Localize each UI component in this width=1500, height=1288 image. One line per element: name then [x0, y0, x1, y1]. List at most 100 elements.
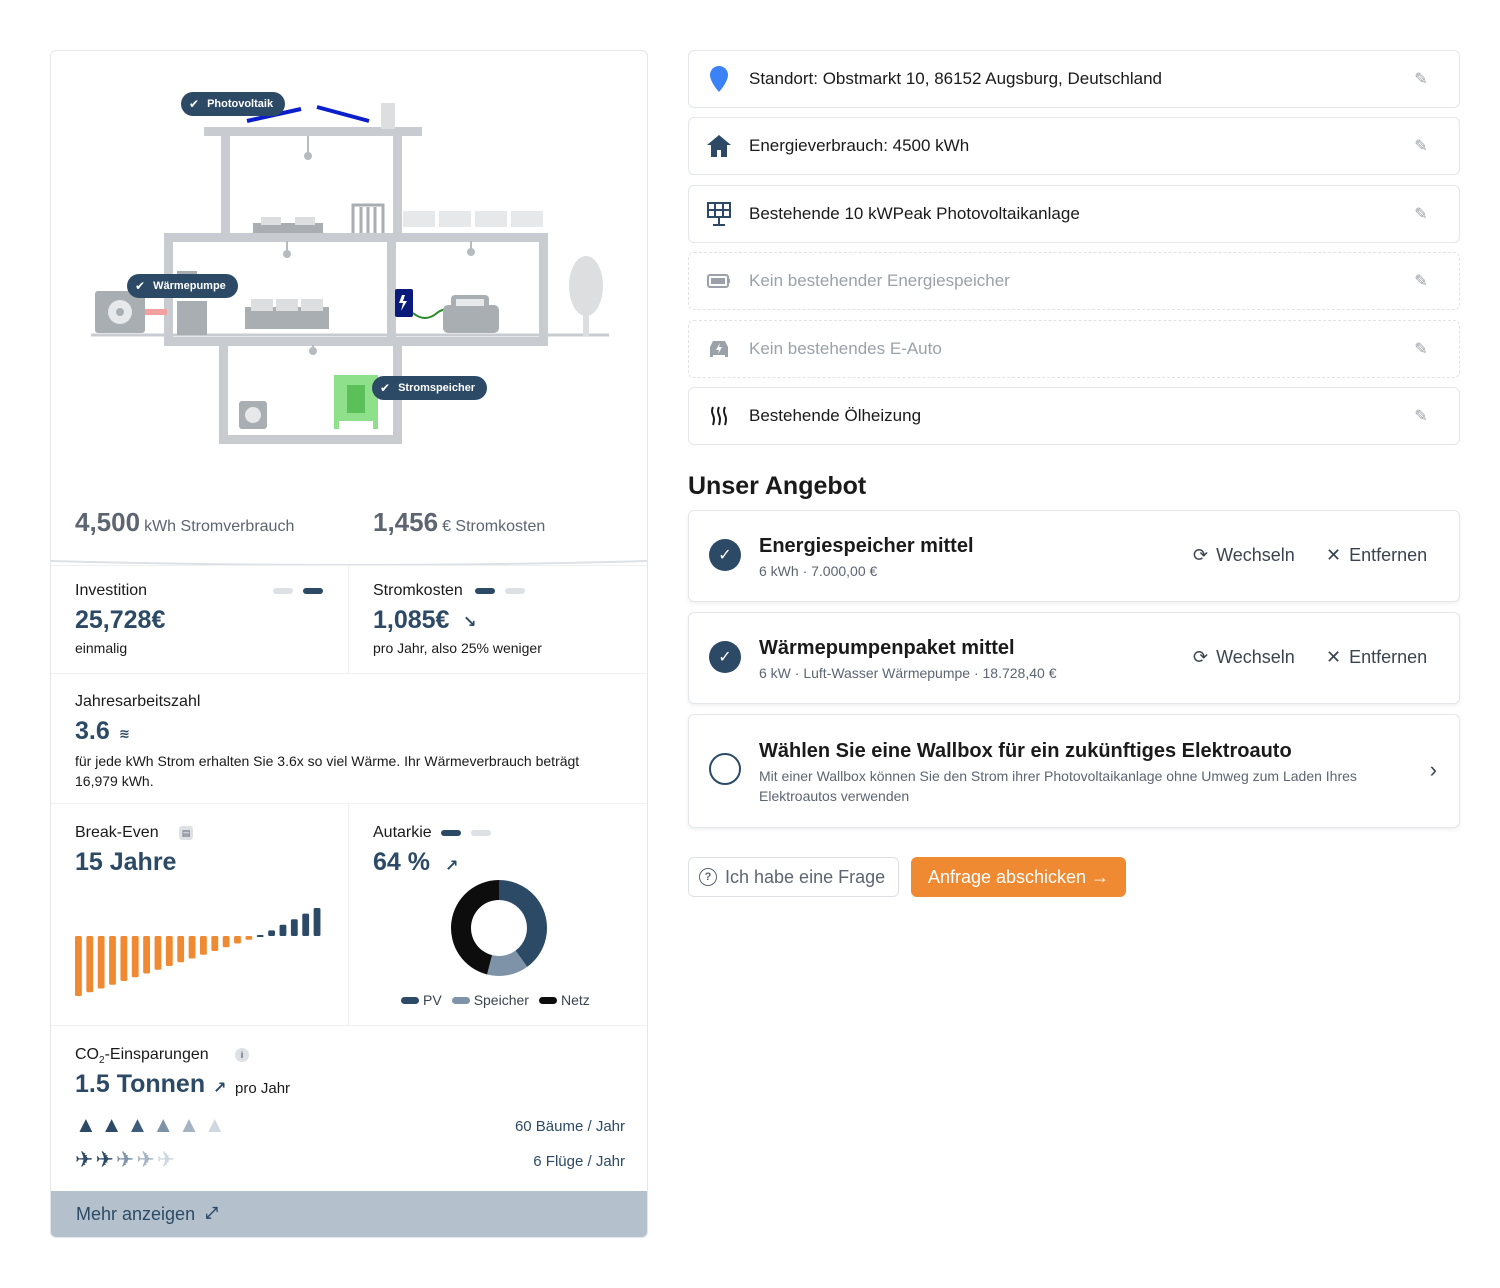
remove-button[interactable]: ✕ Entfernen	[1326, 647, 1427, 668]
photovoltaik-tag-label: Photovoltaik	[207, 98, 274, 110]
autarkie-donut	[450, 880, 547, 976]
toggle-pill-active[interactable]	[441, 830, 461, 836]
toggle-pill-active[interactable]	[303, 588, 323, 594]
stromkosten-cell: Stromkosten 1,085€ ↘ pro Jahr, also 25% …	[349, 566, 647, 673]
ecar-row[interactable]: Kein bestehendes E-Auto ✎	[688, 320, 1460, 378]
edit-icon[interactable]: ✎	[1383, 271, 1459, 291]
remove-label: Entfernen	[1349, 647, 1428, 667]
investition-toggle[interactable]	[273, 588, 323, 594]
remove-button[interactable]: ✕ Entfernen	[1326, 545, 1427, 566]
check-circle-icon[interactable]: ✓	[709, 641, 741, 673]
solar-panel-icon	[689, 201, 749, 227]
info-icon[interactable]: i	[235, 1048, 249, 1062]
consumption-unit: kWh Stromverbrauch	[144, 518, 295, 535]
question-label: Ich habe eine Frage	[725, 866, 886, 887]
offer-desc: 6 kWh · 7.000,00 €	[759, 563, 878, 579]
pv-row[interactable]: Bestehende 10 kWPeak Photovoltaikanlage …	[688, 185, 1460, 243]
toggle-pill[interactable]	[273, 588, 293, 594]
check-circle-icon[interactable]: ✓	[709, 539, 741, 571]
trend-up-icon: ↗	[213, 1080, 227, 1097]
toggle-pill-active[interactable]	[475, 588, 495, 594]
offer-card-storage[interactable]: ✓ Energiespeicher mittel 6 kWh · 7.000,0…	[688, 510, 1460, 602]
cost-row: Investition 25,728€ einmalig Stromkosten…	[51, 565, 647, 673]
house-illustration: ✔ Photovoltaik ✔ Wärmepumpe ✔ Stromspeic…	[51, 51, 647, 566]
tree-icon: ▲	[100, 1112, 123, 1137]
toggle-pill[interactable]	[505, 588, 525, 594]
cost-stat: 1,456 € Stromkosten	[373, 507, 545, 538]
refresh-icon: ⟳	[1193, 647, 1209, 667]
edit-icon[interactable]: ✎	[1383, 136, 1459, 156]
toggle-pill[interactable]	[471, 830, 491, 836]
co2-value: 1.5 Tonnen	[75, 1070, 206, 1098]
offer-title: Energiespeicher mittel	[759, 535, 974, 557]
autarkie-value: 64 %	[373, 848, 430, 876]
tree-icon: ▲	[203, 1112, 226, 1137]
breakeven-bar	[109, 936, 116, 985]
plane-icons: ✈ ✈ ✈ ✈ ✈	[75, 1148, 175, 1172]
offer-title: Wählen Sie eine Wallbox für ein zukünfti…	[759, 740, 1292, 762]
edit-icon[interactable]: ✎	[1383, 339, 1459, 359]
legend-swatch-netz	[538, 996, 557, 1004]
switch-button[interactable]: ⟳ Wechseln	[1193, 647, 1295, 668]
tree-icons: ▲ ▲ ▲ ▲ ▲ ▲	[75, 1114, 226, 1136]
waermepumpe-tag-label: Wärmepumpe	[153, 280, 226, 292]
donut-legend: PV Speicher Netz	[401, 992, 590, 1008]
location-row[interactable]: Standort: Obstmarkt 10, 86152 Augsburg, …	[688, 50, 1460, 108]
autarkie-toggle[interactable]	[441, 830, 491, 836]
heating-text: Bestehende Ölheizung	[749, 406, 922, 425]
breakeven-cell: Break-Even ▤ 15 Jahre	[51, 804, 349, 1025]
chevron-right-icon[interactable]: ›	[1430, 757, 1437, 783]
plane-icon: ✈	[95, 1147, 114, 1172]
send-request-button[interactable]: Anfrage abschicken →	[911, 857, 1126, 897]
stromkosten-sub: pro Jahr, also 25% weniger	[373, 640, 542, 656]
calculator-icon[interactable]: ▤	[179, 826, 193, 840]
consumption-row[interactable]: Energieverbrauch: 4500 kWh ✎	[688, 117, 1460, 175]
close-icon: ✕	[1326, 545, 1342, 565]
switch-button[interactable]: ⟳ Wechseln	[1193, 545, 1295, 566]
offer-card-heatpump[interactable]: ✓ Wärmepumpenpaket mittel 6 kW · Luft-Wa…	[688, 612, 1460, 704]
breakeven-bar	[200, 936, 207, 955]
stromkosten-toggle[interactable]	[475, 588, 525, 594]
breakeven-bar	[211, 936, 219, 951]
location-text: Standort: Obstmarkt 10, 86152 Augsburg, …	[749, 69, 1162, 88]
storage-row[interactable]: Kein bestehender Energiespeicher ✎	[688, 252, 1460, 310]
investition-value: 25,728€	[75, 606, 166, 634]
close-icon: ✕	[1326, 647, 1342, 667]
edit-icon[interactable]: ✎	[1383, 204, 1459, 224]
tree-icon: ▲	[178, 1112, 200, 1137]
breakeven-bar	[256, 935, 264, 937]
plane-icon: ✈	[136, 1147, 155, 1172]
cost-value: 1,456	[373, 507, 439, 537]
plane-icon: ✈	[75, 1147, 94, 1172]
breakeven-bar	[86, 936, 94, 993]
offer-desc: 6 kW · Luft-Wasser Wärmepumpe · 18.728,4…	[759, 665, 1057, 681]
breakeven-value: 15 Jahre	[75, 848, 177, 876]
show-more-button[interactable]: Mehr anzeigen ⤢	[51, 1191, 647, 1237]
breakeven-bar	[222, 936, 230, 948]
check-icon: ✔	[189, 97, 200, 111]
stromspeicher-tag: ✔ Stromspeicher	[372, 376, 488, 400]
refresh-icon: ⟳	[1193, 545, 1209, 565]
heating-icon	[689, 405, 749, 427]
breakeven-bar	[313, 908, 321, 936]
heating-row[interactable]: Bestehende Ölheizung ✎	[688, 387, 1460, 445]
breakeven-bar	[279, 924, 287, 936]
cost-unit: € Stromkosten	[442, 518, 546, 535]
edit-icon[interactable]: ✎	[1383, 406, 1459, 426]
edit-icon[interactable]: ✎	[1383, 69, 1459, 89]
offer-card-wallbox[interactable]: Wählen Sie eine Wallbox für ein zukünfti…	[688, 714, 1460, 828]
waermepumpe-tag: ✔ Wärmepumpe	[127, 274, 238, 298]
offer-title: Wärmepumpenpaket mittel	[759, 637, 1015, 659]
investition-label: Investition	[75, 582, 148, 599]
radio-circle-icon[interactable]	[709, 753, 741, 785]
check-icon: ✔	[135, 279, 146, 293]
breakeven-bar	[245, 936, 253, 940]
breakeven-bar	[97, 936, 105, 989]
breakeven-bar	[75, 936, 82, 996]
consumption-value: 4,500	[75, 507, 141, 537]
breakeven-bar	[290, 919, 298, 936]
co2-row: CO2-Einsparungen i 1.5 Tonnen ↗ pro Jahr…	[51, 1025, 647, 1191]
breakeven-bar	[154, 936, 162, 970]
location-pin-icon	[689, 66, 749, 92]
question-button[interactable]: ? Ich habe eine Frage	[688, 857, 899, 897]
